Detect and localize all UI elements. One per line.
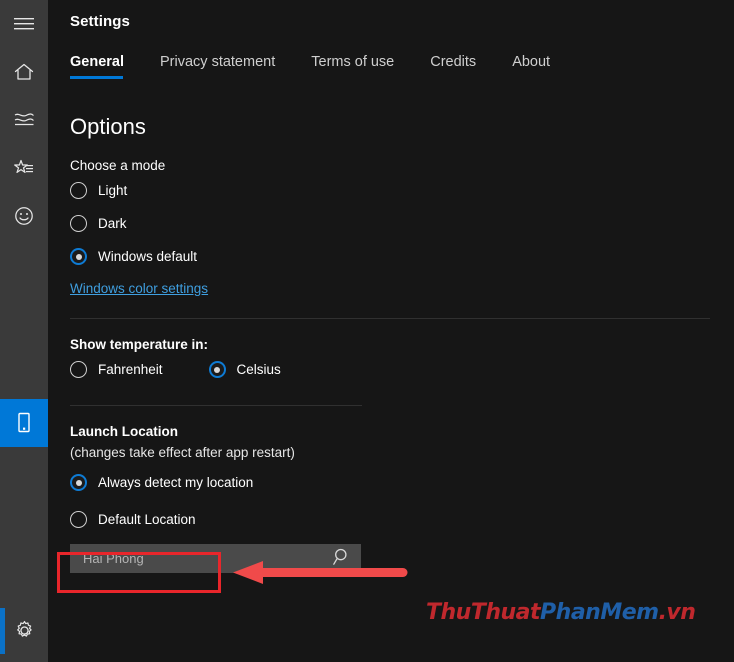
phone-device-icon	[13, 411, 35, 435]
watermark-part-3: .vn	[658, 600, 696, 625]
windows-color-settings-link[interactable]: Windows color settings	[70, 281, 208, 296]
radio-indicator	[208, 361, 226, 378]
choose-mode-group: Choose a mode Light Dark Windows default…	[70, 158, 734, 298]
radio-label: Dark	[98, 216, 127, 231]
divider-top	[70, 318, 710, 319]
star-list-icon	[13, 157, 35, 179]
navigation-rail	[0, 0, 48, 662]
sidebar-item-home[interactable]	[0, 48, 48, 96]
smiley-face-icon	[13, 205, 35, 227]
settings-tabs: General Privacy statement Terms of use C…	[70, 54, 734, 88]
radio-label: Always detect my location	[98, 475, 254, 490]
radio-indicator	[70, 511, 87, 528]
temperature-group: Show temperature in: Fahrenheit Celsius	[70, 337, 734, 385]
radio-temperature-fahrenheit[interactable]: Fahrenheit	[70, 354, 163, 385]
tab-terms-of-use[interactable]: Terms of use	[311, 54, 394, 79]
radio-label: Fahrenheit	[98, 362, 163, 377]
radio-label: Default Location	[98, 512, 196, 527]
radio-mode-windows-default[interactable]: Windows default	[70, 241, 734, 272]
sidebar-item-settings[interactable]	[0, 606, 48, 654]
sidebar-item-forecast[interactable]	[0, 96, 48, 144]
options-heading: Options	[70, 114, 146, 139]
radio-temperature-celsius[interactable]: Celsius	[208, 354, 281, 385]
hamburger-menu-button[interactable]	[0, 0, 48, 48]
settings-content: Settings General Privacy statement Terms…	[48, 0, 734, 662]
temperature-choices: Fahrenheit Celsius	[70, 352, 734, 385]
page-title: Settings	[70, 13, 130, 30]
radio-indicator	[70, 474, 87, 491]
location-search-box[interactable]	[70, 544, 361, 573]
tab-about[interactable]: About	[512, 54, 550, 79]
watermark: ThuThuatPhanMem.vn	[426, 600, 696, 625]
hamburger-menu-icon	[13, 16, 35, 32]
radio-label: Celsius	[236, 362, 281, 377]
sidebar-item-favorites[interactable]	[0, 144, 48, 192]
radio-indicator	[70, 215, 87, 232]
watermark-part-2: PhanMem	[540, 600, 659, 625]
radio-default-location[interactable]: Default Location	[70, 504, 734, 535]
home-icon	[13, 61, 35, 83]
tab-general[interactable]: General	[70, 54, 124, 79]
search-icon	[332, 547, 352, 570]
sidebar-item-life[interactable]	[0, 192, 48, 240]
radio-mode-dark[interactable]: Dark	[70, 208, 734, 239]
radio-indicator	[70, 182, 87, 199]
launch-location-note: (changes take effect after app restart)	[70, 445, 295, 460]
radio-label: Light	[98, 183, 128, 198]
launch-location-label: Launch Location	[70, 424, 178, 439]
app-window: Settings General Privacy statement Terms…	[0, 0, 734, 662]
tab-credits[interactable]: Credits	[430, 54, 476, 79]
radio-mode-light[interactable]: Light	[70, 175, 734, 206]
location-search-input[interactable]	[70, 551, 323, 566]
radio-indicator	[70, 248, 87, 265]
watermark-part-1: ThuThuat	[426, 600, 541, 625]
sidebar-item-device[interactable]	[0, 399, 48, 447]
show-temperature-label: Show temperature in:	[70, 337, 209, 352]
gear-icon	[14, 620, 35, 641]
line-chart-icon	[13, 109, 35, 131]
location-search-button[interactable]	[323, 544, 361, 573]
launch-location-group: Launch Location (changes take effect aft…	[70, 424, 734, 573]
radio-label: Windows default	[98, 249, 198, 264]
tab-privacy-statement[interactable]: Privacy statement	[160, 54, 275, 79]
radio-always-detect-location[interactable]: Always detect my location	[70, 467, 734, 498]
choose-mode-label: Choose a mode	[70, 158, 166, 173]
radio-indicator	[70, 361, 87, 378]
divider-bottom	[70, 405, 362, 406]
